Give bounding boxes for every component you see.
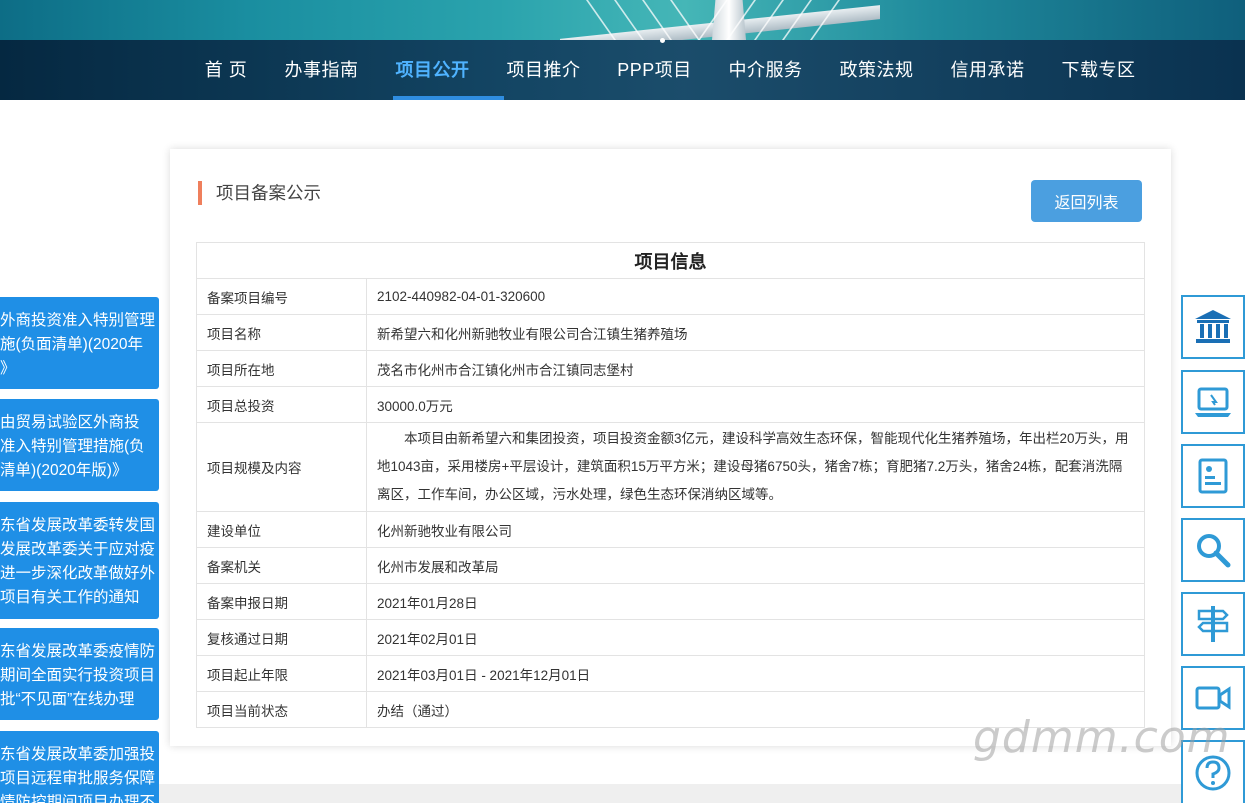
project-card: 项目备案公示 返回列表 项目信息 备案项目编号 2102-440982-04-0… [170,149,1171,746]
side-link-line: 施(负面清单)(2020年 [0,336,143,353]
row-label: 项目总投资 [196,386,367,423]
row-value: 茂名市化州市合江镇化州市合江镇同志堡村 [366,350,1145,387]
table-row: 项目规模及内容 本项目由新希望六和集团投资，项目投资金额3亿元，建设科学高效生态… [196,422,1145,512]
side-link-line: 期间全面实行投资项目 [0,667,156,684]
side-link-line: 外商投资准入特别管理 [0,312,156,329]
search-icon [1197,534,1231,568]
side-link-line: 项目有关工作的通知 [0,589,140,606]
row-label: 项目起止年限 [196,655,367,692]
table-row: 项目所在地 茂名市化州市合江镇化州市合江镇同志堡村 [196,350,1145,387]
table-row: 备案申报日期 2021年01月28日 [196,583,1145,620]
row-label: 备案机关 [196,547,367,584]
nav-home[interactable]: 首 页 [186,40,266,100]
side-link-line: 批“不见面”在线办理 [0,691,135,708]
document-icon [1198,458,1228,494]
table-row: 项目名称 新希望六和化州新驰牧业有限公司合江镇生猪养殖场 [196,314,1145,351]
table-row: 备案机关 化州市发展和改革局 [196,547,1145,584]
nav-active-indicator [393,96,504,100]
row-value: 化州市发展和改革局 [366,547,1145,584]
table-header: 项目信息 [196,242,1145,279]
side-link-line: 东省发展改革委转发国 [0,517,156,534]
table-row: 项目总投资 30000.0万元 [196,386,1145,423]
row-label: 项目规模及内容 [196,422,367,512]
side-link-4[interactable]: 东省发展改革委疫情防 期间全面实行投资项目 批“不见面”在线办理 [0,628,159,720]
row-value: 新希望六和化州新驰牧业有限公司合江镇生猪养殖场 [366,314,1145,351]
side-link-line: 东省发展改革委疫情防 [0,643,156,660]
nav-download[interactable]: 下载专区 [1043,40,1154,100]
row-label: 建设单位 [196,511,367,548]
nav-credit[interactable]: 信用承诺 [932,40,1043,100]
tool-online[interactable] [1181,370,1245,434]
side-link-line: 清单)(2020年版)》 [0,462,128,479]
row-value: 2021年03月01日 - 2021年12月01日 [366,655,1145,692]
nav-policy[interactable]: 政策法规 [821,40,932,100]
table-row: 复核通过日期 2021年02月01日 [196,619,1145,656]
footer-strip [159,784,1245,803]
tool-search[interactable] [1181,518,1245,582]
bank-icon [1195,310,1231,343]
side-link-1[interactable]: 外商投资准入特别管理 施(负面清单)(2020年 》 [0,297,159,389]
row-value: 2021年01月28日 [366,583,1145,620]
nav-agency[interactable]: 中介服务 [710,40,821,100]
header-banner [0,0,1245,40]
signpost-icon [1197,606,1229,642]
side-link-line: 准入特别管理措施(负 [0,438,145,455]
back-to-list-button[interactable]: 返回列表 [1031,180,1142,222]
side-link-line: 由贸易试验区外商投 [0,414,140,431]
row-label: 项目名称 [196,314,367,351]
side-link-line: 东省发展改革委加强投 [0,746,156,763]
row-value: 2102-440982-04-01-320600 [366,278,1145,315]
table-row: 项目起止年限 2021年03月01日 - 2021年12月01日 [196,655,1145,692]
project-info-table: 项目信息 备案项目编号 2102-440982-04-01-320600 项目名… [196,242,1145,728]
side-link-2[interactable]: 由贸易试验区外商投 准入特别管理措施(负 清单)(2020年版)》 [0,399,159,491]
nav-ppp[interactable]: PPP项目 [599,40,710,100]
tool-document[interactable] [1181,444,1245,508]
side-link-5[interactable]: 东省发展改革委加强投 项目远程审批服务保障 情防控期间项目办理不 [0,731,159,803]
laptop-icon [1195,387,1231,417]
row-value: 30000.0万元 [366,386,1145,423]
side-link-line: 》 [0,360,16,377]
tool-guide[interactable] [1181,592,1245,656]
nav-guide[interactable]: 办事指南 [266,40,377,100]
table-row: 备案项目编号 2102-440982-04-01-320600 [196,278,1145,315]
row-value: 本项目由新希望六和集团投资，项目投资金额3亿元，建设科学高效生态环保，智能现代化… [366,422,1145,512]
row-label: 备案项目编号 [196,278,367,315]
row-label: 复核通过日期 [196,619,367,656]
card-title: 项目备案公示 [198,181,321,205]
row-value: 2021年02月01日 [366,619,1145,656]
row-value: 化州新驰牧业有限公司 [366,511,1145,548]
side-link-line: 项目远程审批服务保障 [0,770,156,787]
row-label: 备案申报日期 [196,583,367,620]
watermark: gdmm.com [973,712,1231,763]
table-row: 建设单位 化州新驰牧业有限公司 [196,511,1145,548]
tool-bank[interactable] [1181,295,1245,359]
side-link-3[interactable]: 东省发展改革委转发国 发展改革委关于应对疫 进一步深化改革做好外 项目有关工作的… [0,502,159,619]
side-link-line: 情防控期间项目办理不 [0,794,156,803]
main-nav: 首 页 办事指南 项目公开 项目推介 PPP项目 中介服务 政策法规 信用承诺 … [186,40,1154,100]
side-link-line: 发展改革委关于应对疫 [0,541,156,558]
nav-project-public[interactable]: 项目公开 [377,40,488,100]
nav-project-promotion[interactable]: 项目推介 [488,40,599,100]
slider-dot[interactable] [660,38,665,43]
row-label: 项目当前状态 [196,691,367,728]
table-header-row: 项目信息 [196,242,1145,279]
side-link-line: 进一步深化改革做好外 [0,565,156,582]
row-label: 项目所在地 [196,350,367,387]
